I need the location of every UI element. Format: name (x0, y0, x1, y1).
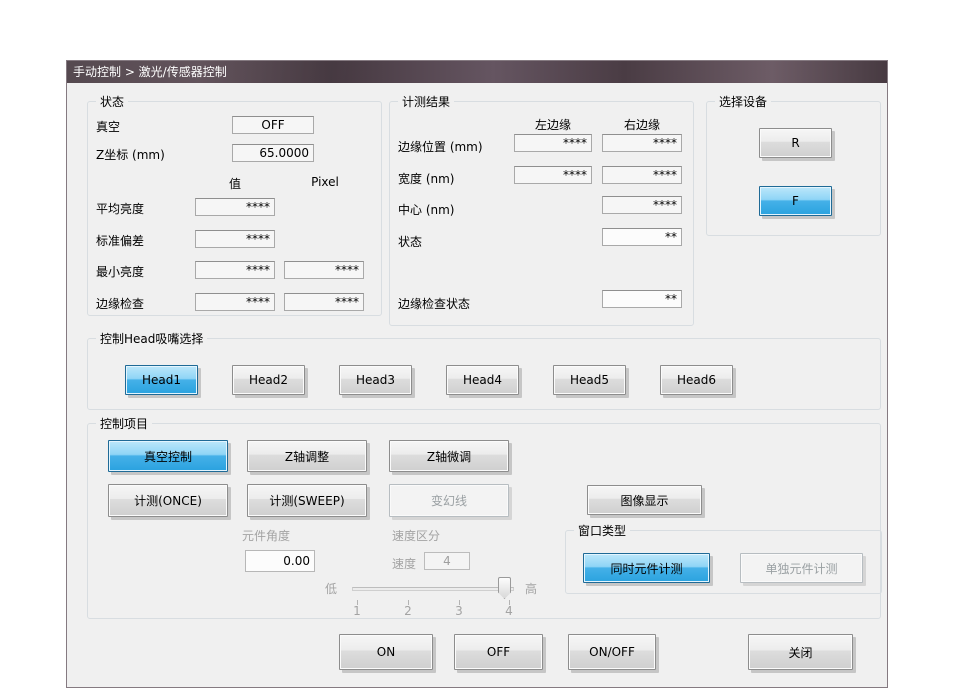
edge-position-left-field: **** (514, 134, 592, 152)
left-edge-column-header: 左边缘 (534, 118, 571, 132)
edge-position-label: 边缘位置 (mm) (398, 140, 483, 154)
speed-slider-thumb[interactable] (498, 577, 511, 599)
simultaneous-measure-button[interactable]: 同时元件计测 (583, 553, 710, 583)
pixel-column-header: Pixel (311, 175, 339, 189)
avg-brightness-label: 平均亮度 (96, 202, 145, 216)
device-r-button[interactable]: R (759, 128, 832, 158)
off-button[interactable]: OFF (454, 634, 543, 670)
window-title: 手动控制 > 激光/传感器控制 (73, 65, 227, 79)
min-brightness-value-field: **** (195, 261, 275, 279)
head6-button[interactable]: Head6 (660, 365, 733, 395)
device-f-button[interactable]: F (759, 186, 832, 216)
std-deviation-value-field: **** (195, 230, 275, 248)
measure-sweep-button[interactable]: 计测(SWEEP) (247, 484, 367, 517)
edge-check-label: 边缘检查 (96, 297, 145, 311)
component-angle-field[interactable]: 0.00 (245, 550, 315, 572)
right-edge-column-header: 右边缘 (623, 118, 660, 132)
speed-label: 速度 (392, 557, 417, 571)
speed-slider-track[interactable] (352, 587, 514, 591)
measure-once-button[interactable]: 计测(ONCE) (108, 484, 228, 517)
slider-high-label: 高 (525, 582, 538, 596)
result-status-field: ** (602, 228, 682, 246)
status-group: 状态 真空 OFF Z坐标 (mm) 65.0000 值 Pixel 平均亮度 … (87, 93, 382, 316)
slider-tick-label-2: 2 (404, 604, 412, 618)
head4-button[interactable]: Head4 (446, 365, 519, 395)
slider-tick-label-1: 1 (353, 604, 361, 618)
window-titlebar[interactable]: 手动控制 > 激光/传感器控制 (67, 61, 887, 83)
dialog-body: 状态 真空 OFF Z坐标 (mm) 65.0000 值 Pixel 平均亮度 … (67, 83, 887, 687)
screen: 手动控制 > 激光/传感器控制 状态 真空 OFF Z坐标 (mm) 65.00… (0, 0, 970, 689)
control-items-group: 控制项目 真空控制 Z轴调整 Z轴微调 计测(ONCE) 计测(SWEEP) 变… (87, 415, 882, 619)
width-right-field: **** (602, 166, 682, 184)
laser-sensor-control-dialog: 手动控制 > 激光/传感器控制 状态 真空 OFF Z坐标 (mm) 65.00… (66, 60, 888, 688)
vacuum-label: 真空 (96, 120, 121, 134)
head3-button[interactable]: Head3 (339, 365, 412, 395)
z-coordinate-field: 65.0000 (232, 144, 314, 162)
magic-line-button: 变幻线 (389, 484, 509, 517)
controls-group-title: 控制项目 (96, 415, 153, 432)
z-axis-fine-adjust-button[interactable]: Z轴微调 (389, 440, 509, 472)
device-select-group: 选择设备 R F (706, 93, 881, 236)
slider-tick-label-3: 3 (455, 604, 463, 618)
center-value-field: **** (602, 196, 682, 214)
head5-button[interactable]: Head5 (553, 365, 626, 395)
measurement-results-group: 计测结果 左边缘 右边缘 边缘位置 (mm) **** **** 宽度 (nm)… (389, 93, 694, 326)
value-column-header: 值 (228, 177, 241, 191)
individual-measure-button: 单独元件计测 (740, 553, 863, 583)
std-deviation-label: 标准偏差 (96, 234, 145, 248)
z-axis-adjust-button[interactable]: Z轴调整 (247, 440, 367, 472)
vacuum-value-field: OFF (232, 116, 314, 134)
edge-check-pixel-field: **** (284, 293, 364, 311)
head1-button[interactable]: Head1 (125, 365, 198, 395)
slider-low-label: 低 (325, 582, 338, 596)
speed-section-label: 速度区分 (392, 529, 441, 543)
component-angle-label: 元件角度 (242, 529, 291, 543)
min-brightness-label: 最小亮度 (96, 265, 145, 279)
edge-check-status-field: ** (602, 290, 682, 308)
status-group-title: 状态 (96, 93, 129, 110)
on-off-button[interactable]: ON/OFF (568, 634, 656, 670)
edge-check-status-label: 边缘检查状态 (398, 297, 471, 311)
results-group-title: 计测结果 (398, 93, 455, 110)
width-left-field: **** (514, 166, 592, 184)
head-nozzle-select-group: 控制Head吸嘴选择 Head1 Head2 Head3 Head4 Head5… (87, 330, 881, 410)
vacuum-control-button[interactable]: 真空控制 (108, 440, 228, 472)
image-display-button[interactable]: 图像显示 (587, 485, 702, 515)
close-button[interactable]: 关闭 (748, 634, 853, 670)
min-brightness-pixel-field: **** (284, 261, 364, 279)
avg-brightness-value-field: **** (195, 198, 275, 216)
speed-value-field: 4 (424, 552, 470, 570)
window-type-group: 窗口类型 同时元件计测 单独元件计测 (565, 522, 882, 594)
window-type-group-title: 窗口类型 (574, 522, 631, 539)
z-coordinate-label: Z坐标 (mm) (96, 148, 165, 162)
slider-tick-label-4: 4 (505, 604, 513, 618)
head2-button[interactable]: Head2 (232, 365, 305, 395)
edge-check-value-field: **** (195, 293, 275, 311)
head-group-title: 控制Head吸嘴选择 (96, 330, 208, 347)
on-button[interactable]: ON (339, 634, 433, 670)
width-label: 宽度 (nm) (398, 172, 455, 186)
device-group-title: 选择设备 (715, 93, 772, 110)
center-label: 中心 (nm) (398, 203, 455, 217)
edge-position-right-field: **** (602, 134, 682, 152)
result-status-label: 状态 (398, 235, 423, 249)
